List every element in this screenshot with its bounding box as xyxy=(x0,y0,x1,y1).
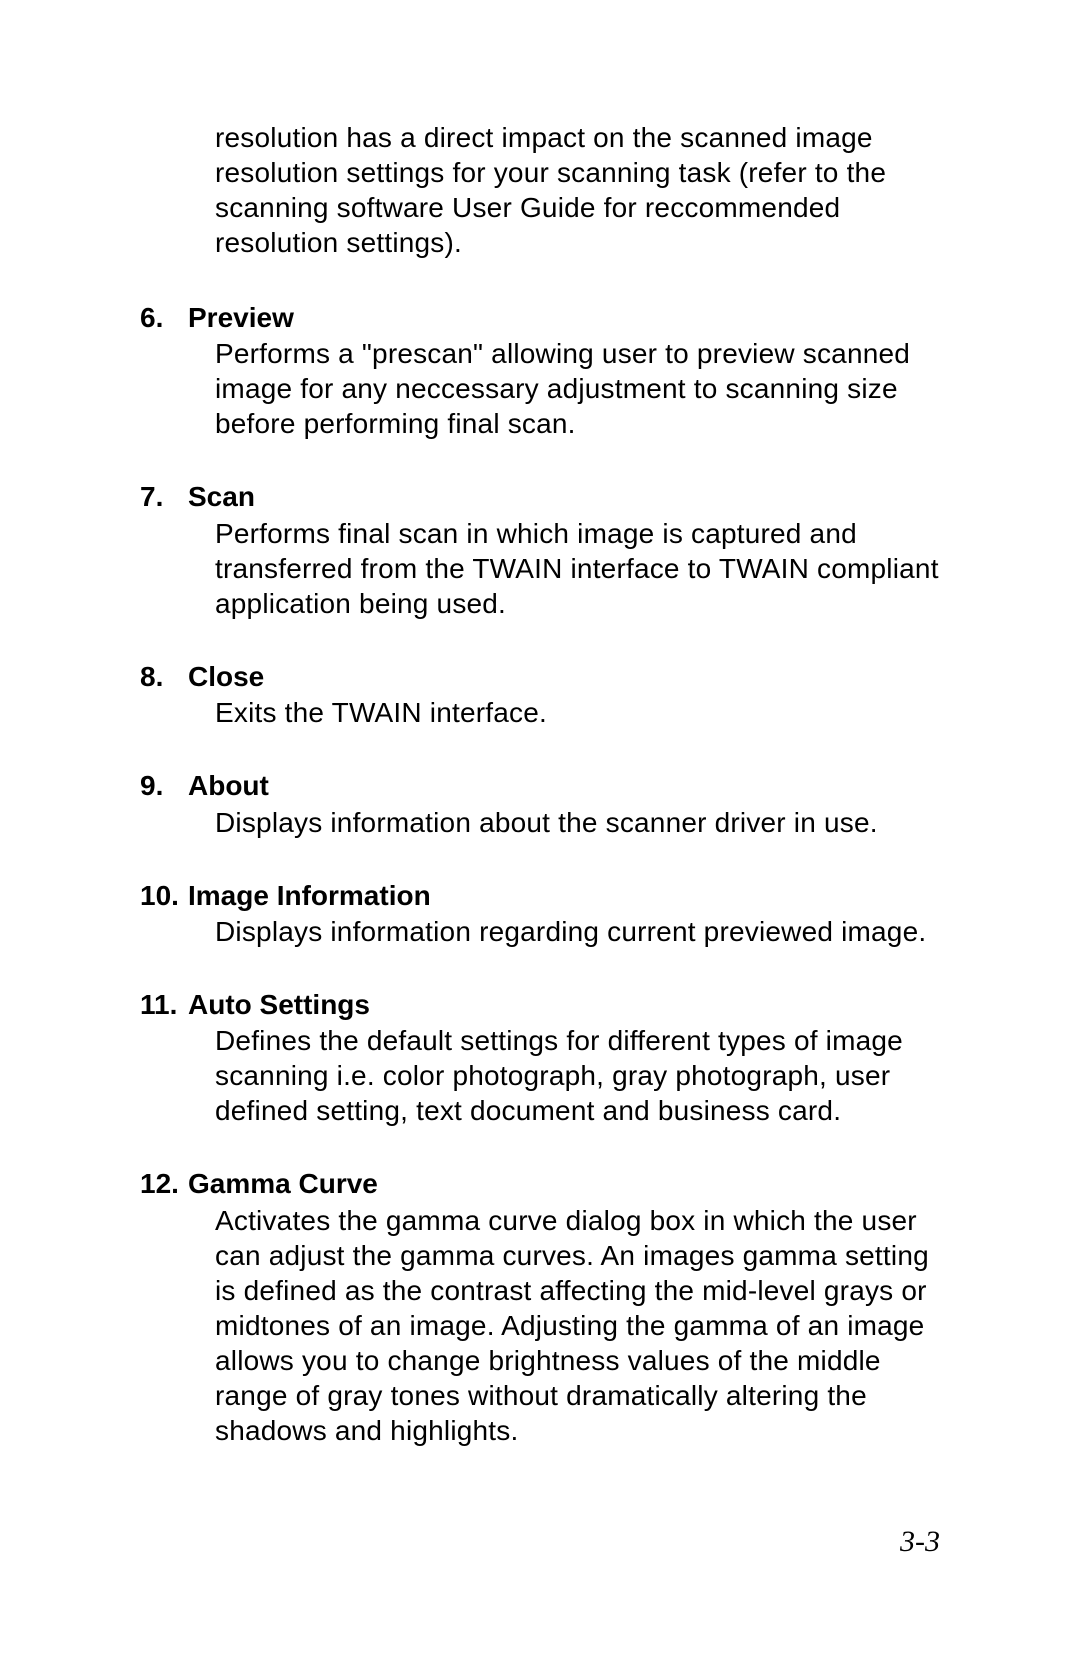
item-heading: 10.Image Information xyxy=(140,878,940,914)
item-heading: 7.Scan xyxy=(140,479,940,515)
item-title: Close xyxy=(188,661,264,692)
item-heading: 8.Close xyxy=(140,659,940,695)
item-body: Performs a "prescan" allowing user to pr… xyxy=(215,336,940,441)
list-item: 6.Preview Performs a "prescan" allowing … xyxy=(140,300,940,441)
item-number: 11. xyxy=(140,987,188,1023)
item-number: 9. xyxy=(140,768,188,804)
list-item: 10.Image Information Displays informatio… xyxy=(140,878,940,949)
item-body: Displays information regarding current p… xyxy=(215,914,940,949)
list-item: 7.Scan Performs final scan in which imag… xyxy=(140,479,940,620)
document-page: resolution has a direct impact on the sc… xyxy=(0,0,1080,1669)
item-title: About xyxy=(188,770,269,801)
list-item: 12.Gamma Curve Activates the gamma curve… xyxy=(140,1166,940,1447)
item-body: Displays information about the scanner d… xyxy=(215,805,940,840)
item-number: 10. xyxy=(140,878,188,914)
item-heading: 9.About xyxy=(140,768,940,804)
item-title: Scan xyxy=(188,481,255,512)
item-body: Activates the gamma curve dialog box in … xyxy=(215,1203,940,1448)
item-number: 12. xyxy=(140,1166,188,1202)
page-number: 3-3 xyxy=(900,1525,940,1559)
item-title: Auto Settings xyxy=(188,989,370,1020)
list-item: 9.About Displays information about the s… xyxy=(140,768,940,839)
item-heading: 12.Gamma Curve xyxy=(140,1166,940,1202)
intro-paragraph: resolution has a direct impact on the sc… xyxy=(215,120,940,260)
item-title: Gamma Curve xyxy=(188,1168,378,1199)
item-number: 8. xyxy=(140,659,188,695)
list-item: 11.Auto Settings Defines the default set… xyxy=(140,987,940,1128)
item-heading: 6.Preview xyxy=(140,300,940,336)
list-item: 8.Close Exits the TWAIN interface. xyxy=(140,659,940,730)
item-body: Defines the default settings for differe… xyxy=(215,1023,940,1128)
item-number: 6. xyxy=(140,300,188,336)
item-number: 7. xyxy=(140,479,188,515)
item-heading: 11.Auto Settings xyxy=(140,987,940,1023)
item-body: Performs final scan in which image is ca… xyxy=(215,516,940,621)
item-title: Preview xyxy=(188,302,294,333)
item-title: Image Information xyxy=(188,880,431,911)
item-body: Exits the TWAIN interface. xyxy=(215,695,940,730)
